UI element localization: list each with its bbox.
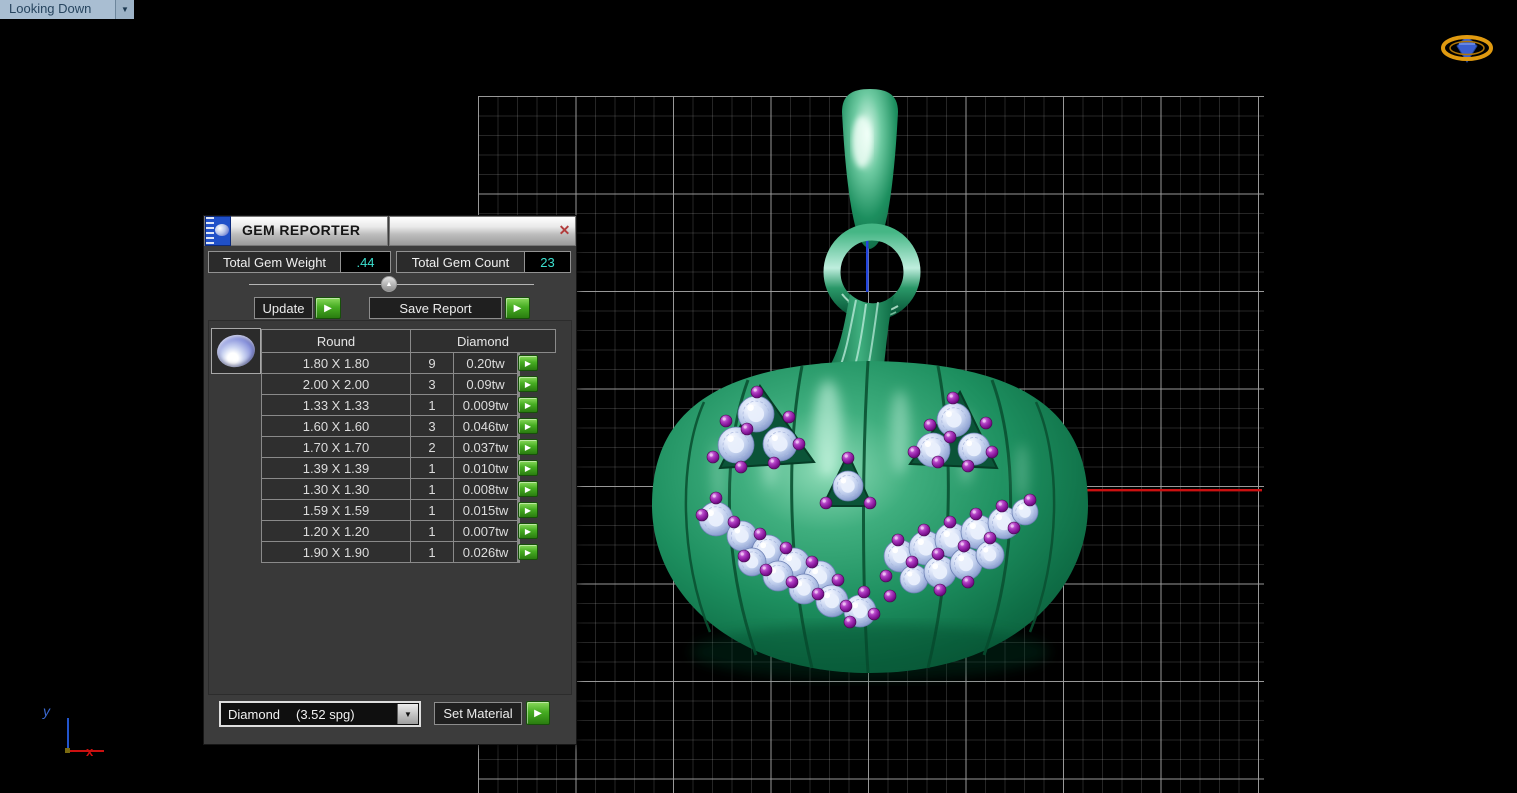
gem-size-cell: 1.59 X 1.59 [262, 500, 410, 520]
gem-weight-cell: 0.20tw [454, 353, 517, 373]
table-row[interactable]: 1.90 X 1.90 1 0.026tw [262, 542, 519, 562]
gem-weight-cell: 0.015tw [454, 500, 517, 520]
gem-weight-cell: 0.007tw [454, 521, 517, 541]
table-row[interactable]: 1.59 X 1.59 1 0.015tw [262, 500, 519, 520]
close-icon[interactable]: ✕ [556, 221, 573, 240]
dialog-title: GEM REPORTER [242, 222, 361, 238]
gem-weight-cell: 0.037tw [454, 437, 517, 457]
view-orientation-icon[interactable] [1441, 35, 1493, 63]
gem-table-body: 1.80 X 1.80 9 0.20tw 2.00 X 2.00 3 0.09t… [261, 352, 520, 563]
material-dropdown[interactable]: Diamond (3.52 spg) ▼ [219, 701, 421, 727]
update-run-button[interactable]: ▶ [315, 297, 341, 319]
dialog-titlebar-right[interactable] [389, 216, 576, 246]
gem-weight-cell: 0.008tw [454, 479, 517, 499]
gem-thumbnail [211, 328, 261, 374]
axis-y-label: y [42, 703, 51, 719]
gem-count-cell: 1 [411, 542, 453, 562]
table-row[interactable]: 1.33 X 1.33 1 0.009tw [262, 395, 519, 415]
table-row[interactable]: 1.70 X 1.70 2 0.037tw [262, 437, 519, 457]
row-run-button[interactable]: ▶ [518, 418, 538, 434]
row-run-button[interactable]: ▶ [518, 481, 538, 497]
gem-table-header: Round Diamond [261, 329, 556, 353]
gem-weight-cell: 0.009tw [454, 395, 517, 415]
total-gem-count-label: Total Gem Count [396, 251, 525, 273]
total-gem-count-value: 23 [525, 251, 571, 273]
viewport-title-tab[interactable]: Looking Down ▼ [0, 0, 135, 20]
gem-count-cell: 1 [411, 479, 453, 499]
round-gem-image [214, 331, 258, 371]
gem-reporter-dialog: GEM REPORTER ✕ Total Gem Weight .44 Tota… [203, 215, 577, 745]
material-dropdown-value: Diamond [228, 706, 281, 722]
set-material-button[interactable]: Set Material [434, 702, 522, 725]
gem-size-cell: 1.80 X 1.80 [262, 353, 410, 373]
gem-count-cell: 3 [411, 374, 453, 394]
table-row[interactable]: 1.39 X 1.39 1 0.010tw [262, 458, 519, 478]
row-run-button[interactable]: ▶ [518, 355, 538, 371]
gem-size-cell: 1.30 X 1.30 [262, 479, 410, 499]
set-material-run-button[interactable]: ▶ [526, 701, 550, 725]
table-row[interactable]: 1.30 X 1.30 1 0.008tw [262, 479, 519, 499]
gem-size-cell: 1.90 X 1.90 [262, 542, 410, 562]
row-run-button[interactable]: ▶ [518, 523, 538, 539]
save-report-run-button[interactable]: ▶ [505, 297, 530, 319]
gem-weight-cell: 0.09tw [454, 374, 517, 394]
gem-size-cell: 2.00 X 2.00 [262, 374, 410, 394]
row-run-button[interactable]: ▶ [518, 397, 538, 413]
table-row[interactable]: 2.00 X 2.00 3 0.09tw [262, 374, 519, 394]
gem-weight-cell: 0.046tw [454, 416, 517, 436]
row-run-button[interactable]: ▶ [518, 460, 538, 476]
total-gem-weight-value: .44 [341, 251, 391, 273]
row-run-button[interactable]: ▶ [518, 502, 538, 518]
table-row[interactable]: 1.60 X 1.60 3 0.046tw [262, 416, 519, 436]
row-run-button[interactable]: ▶ [518, 376, 538, 392]
gem-size-cell: 1.60 X 1.60 [262, 416, 410, 436]
axis-gizmo: y x [42, 703, 104, 759]
gem-weight-cell: 0.026tw [454, 542, 517, 562]
save-report-button[interactable]: Save Report [369, 297, 502, 319]
total-gem-weight-label: Total Gem Weight [208, 251, 341, 273]
update-button[interactable]: Update [254, 297, 313, 319]
row-run-button[interactable]: ▶ [518, 439, 538, 455]
pumpkin-pendant-model[interactable] [652, 89, 1088, 680]
gem-size-cell: 1.70 X 1.70 [262, 437, 410, 457]
table-row[interactable]: 1.20 X 1.20 1 0.007tw [262, 521, 519, 541]
gem-reporter-icon [205, 216, 231, 246]
viewport-menu-arrow-icon[interactable]: ▼ [115, 0, 134, 19]
gem-size-cell: 1.39 X 1.39 [262, 458, 410, 478]
table-row[interactable]: 1.80 X 1.80 9 0.20tw [262, 353, 519, 373]
collapse-button[interactable]: ▲ [381, 276, 397, 292]
viewport-title[interactable]: Looking Down [0, 0, 115, 19]
gem-count-cell: 2 [411, 437, 453, 457]
gem-count-cell: 1 [411, 521, 453, 541]
row-run-button[interactable]: ▶ [518, 544, 538, 560]
gem-count-cell: 1 [411, 458, 453, 478]
gem-weight-cell: 0.010tw [454, 458, 517, 478]
gem-size-cell: 1.20 X 1.20 [262, 521, 410, 541]
material-dropdown-density: (3.52 spg) [296, 706, 355, 722]
gem-count-cell: 1 [411, 395, 453, 415]
shape-column-header: Round [262, 330, 410, 352]
gem-count-cell: 3 [411, 416, 453, 436]
material-column-header: Diamond [411, 330, 555, 352]
gem-count-cell: 1 [411, 500, 453, 520]
gem-size-cell: 1.33 X 1.33 [262, 395, 410, 415]
gem-count-cell: 9 [411, 353, 453, 373]
chevron-down-icon[interactable]: ▼ [397, 704, 418, 724]
axis-x-label: x [86, 744, 94, 759]
